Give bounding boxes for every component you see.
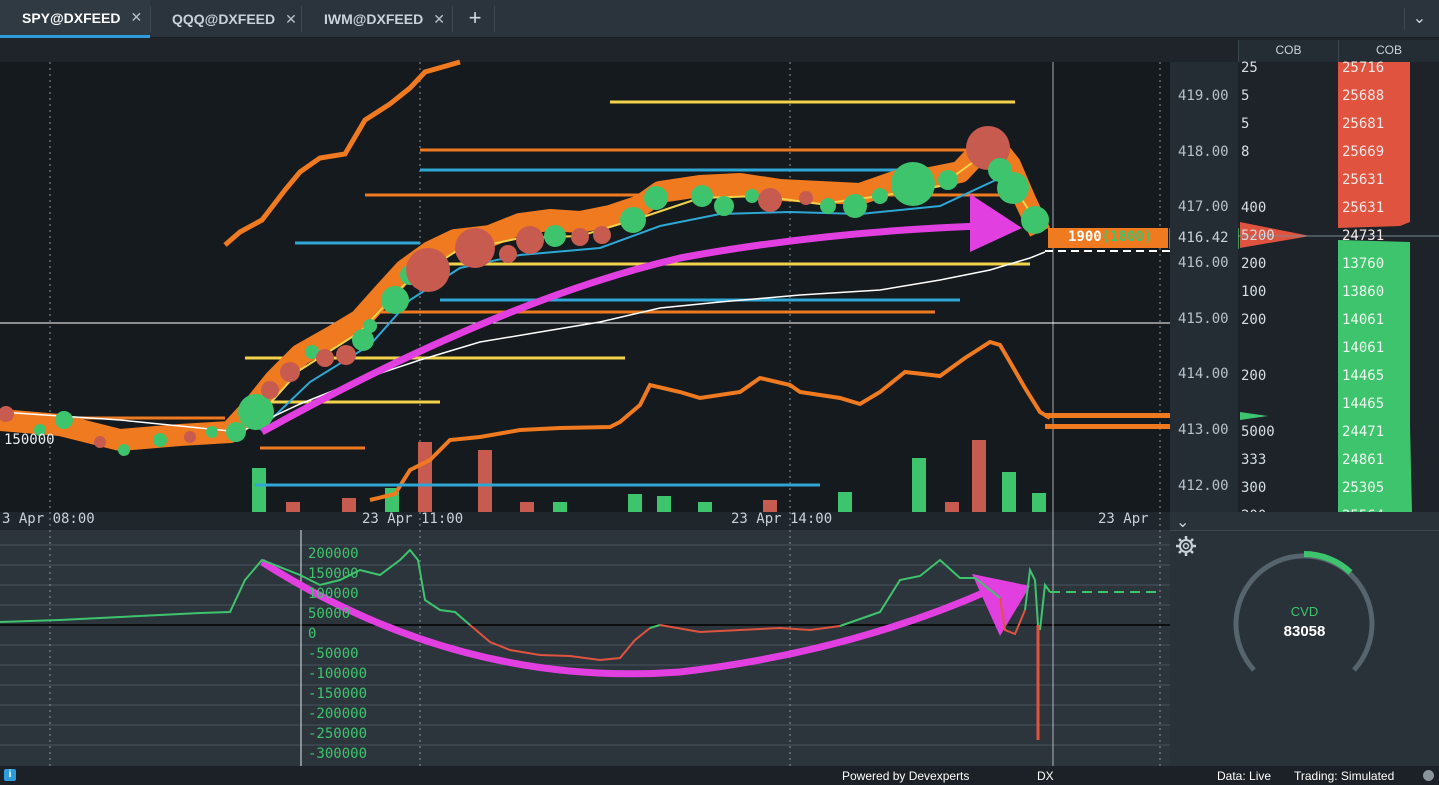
cvd-gauge-value: 83058 <box>1283 623 1326 640</box>
connection-indicator-icon <box>1423 770 1434 781</box>
cob-size-cell: 400 <box>1241 200 1267 216</box>
cob-cumulative-cell: 25631 <box>1342 172 1385 188</box>
powered-by-label: Powered by Devexperts <box>842 769 970 783</box>
cob-cumulative-cell: 14465 <box>1342 368 1385 384</box>
cob-cumulative-cell: 14061 <box>1342 312 1385 328</box>
cob-size-cell: 333 <box>1241 452 1267 468</box>
cob-size-cell: 5 <box>1241 88 1250 104</box>
order-marker[interactable]: 1900(1800) <box>1068 229 1152 245</box>
cvd-axis-label: 50000 <box>308 606 351 622</box>
cob-cumulative-cell: 25681 <box>1342 116 1385 132</box>
cvd-gauge-label: CVD <box>1290 604 1319 619</box>
status-bar: i Powered by Devexperts DX Data: Live Tr… <box>0 766 1439 785</box>
cob-cumulative-cell: 25688 <box>1342 88 1385 104</box>
info-icon[interactable]: i <box>4 769 16 781</box>
dx-label: DX <box>1037 769 1054 783</box>
cob-cumulative-cell: 25305 <box>1342 480 1385 496</box>
price-axis-label: 414.00 <box>1178 366 1229 382</box>
current-price-label: 416.42 <box>1178 230 1229 246</box>
price-axis-label: 413.00 <box>1178 422 1229 438</box>
cob-size-cell: 8 <box>1241 144 1250 160</box>
price-axis-label: 416.00 <box>1178 255 1229 271</box>
price-axis-label: 412.00 <box>1178 478 1229 494</box>
cvd-axis-label: 0 <box>308 626 317 642</box>
cvd-axis-label: -300000 <box>308 746 368 762</box>
time-label: 23 Apr <box>1098 511 1149 527</box>
cob-size-cell: 100 <box>1241 284 1267 300</box>
time-label: 23 Apr 11:00 <box>362 511 464 527</box>
gear-icon[interactable] <box>1175 535 1197 557</box>
price-axis-label: 419.00 <box>1178 88 1229 104</box>
trading-status: Trading: Simulated <box>1294 769 1395 783</box>
cob-size-cell: 5000 <box>1241 424 1275 440</box>
cob-cumulative-cell: 24731 <box>1342 228 1385 244</box>
cob-cumulative-cell: 13860 <box>1342 284 1385 300</box>
cvd-axis-label: -100000 <box>308 666 368 682</box>
time-label: 23 Apr 14:00 <box>731 511 833 527</box>
cvd-axis-label: -50000 <box>308 646 359 662</box>
cob-cumulative-cell: 24861 <box>1342 452 1385 468</box>
cvd-axis-label: -200000 <box>308 706 368 722</box>
cob-header-right: COB <box>1338 40 1439 62</box>
price-axis-label: 415.00 <box>1178 311 1229 327</box>
cob-cumulative-cell: 14061 <box>1342 340 1385 356</box>
cob-size-cell: 200 <box>1241 368 1267 384</box>
cvd-axis-label: -150000 <box>308 686 368 702</box>
cob-size-cell: 300 <box>1241 480 1267 496</box>
cob-cumulative-cell: 25631 <box>1342 200 1385 216</box>
cob-cumulative-cell: 14465 <box>1342 396 1385 412</box>
order-qty: 1900 <box>1068 229 1102 245</box>
order-filled: (1800) <box>1101 229 1153 245</box>
cob-cumulative-cell: 25669 <box>1342 144 1385 160</box>
cvd-axis-label: 150000 <box>308 566 359 582</box>
time-label: 3 Apr 08:00 <box>2 511 95 527</box>
price-axis[interactable] <box>1170 62 1238 512</box>
cvd-axis-label: 200000 <box>308 546 359 562</box>
data-status: Data: Live <box>1217 769 1272 783</box>
cob-cumulative-cell: 25716 <box>1342 60 1385 76</box>
cob-header-left: COB <box>1238 40 1338 62</box>
cob-size-cell: 5200 <box>1241 228 1275 244</box>
cob-size-cell: 25 <box>1241 60 1258 76</box>
cob-size-cell: 200 <box>1241 256 1267 272</box>
cob-cumulative-cell: 24471 <box>1342 424 1385 440</box>
cob-size-cell: 5 <box>1241 116 1250 132</box>
price-axis-label: 418.00 <box>1178 144 1229 160</box>
volume-axis-label: 150000 <box>4 432 55 448</box>
cvd-axis-label: -250000 <box>308 726 368 742</box>
panel-divider <box>1170 530 1439 531</box>
price-axis-label: 417.00 <box>1178 199 1229 215</box>
cvd-axis-label: 100000 <box>308 586 359 602</box>
collapse-button[interactable]: ⌄ <box>1176 512 1189 532</box>
cob-cumulative-cell: 13760 <box>1342 256 1385 272</box>
cob-size-cell: 200 <box>1241 312 1267 328</box>
cvd-gauge-panel: ⌄ CVD 83058 <box>1170 512 1439 766</box>
